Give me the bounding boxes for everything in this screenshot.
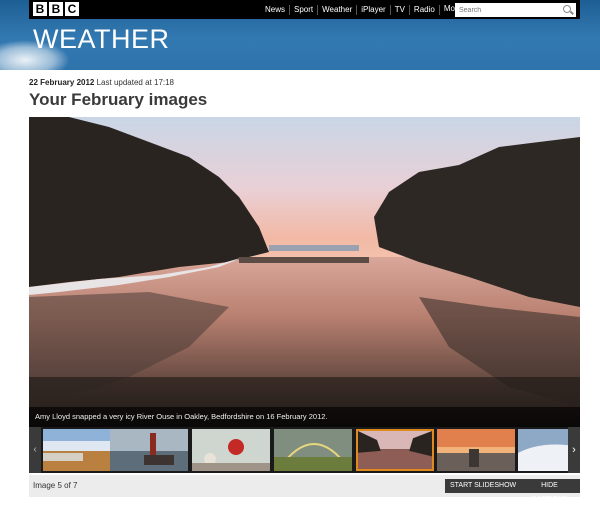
thumbnail-image — [192, 429, 270, 471]
section-title[interactable]: WEATHER — [33, 24, 170, 55]
nav-link-iplayer[interactable]: iPlayer — [357, 4, 391, 15]
thumbnail-image — [110, 429, 188, 471]
nav-link-sport[interactable]: Sport — [290, 4, 319, 15]
bbc-logo-letter: C — [65, 2, 79, 16]
nav-link-news[interactable]: News — [261, 4, 291, 15]
last-updated: Last updated at 17:18 — [96, 78, 175, 87]
bbc-logo-letter: B — [49, 2, 63, 16]
page-title: Your February images — [29, 90, 208, 109]
thumbnail-image — [437, 429, 515, 471]
thumbnail-strip: ‹ › — [29, 427, 580, 473]
weather-masthead: B B C News Sport Weather iPlayer TV Radi… — [0, 0, 600, 70]
thumbnail-image — [274, 429, 352, 471]
nav-link-tv[interactable]: TV — [391, 4, 410, 15]
bbc-logo[interactable]: B B C — [33, 2, 79, 16]
hide-captions-button[interactable]: HIDE CAPTIONS — [519, 479, 580, 503]
image-caption: Amy Lloyd snapped a very icy River Ouse … — [29, 407, 580, 427]
global-nav: News Sport Weather iPlayer TV Radio More… — [261, 0, 474, 19]
chevron-right-icon[interactable]: › — [568, 427, 580, 473]
search-box — [455, 3, 576, 17]
thumbnail-2[interactable] — [110, 429, 188, 471]
publish-date: 22 February 2012 — [29, 78, 95, 87]
thumbnail-5-active[interactable] — [356, 429, 434, 471]
thumbnail-6[interactable] — [437, 429, 515, 471]
search-input[interactable] — [455, 3, 559, 17]
thumbnail-4[interactable] — [274, 429, 352, 471]
gallery-controls: Image 5 of 7 START SLIDESHOW HIDE CAPTIO… — [29, 475, 580, 503]
chevron-left-icon[interactable]: ‹ — [29, 427, 41, 473]
thumbnail-3[interactable] — [192, 429, 270, 471]
river-ouse-photo — [29, 117, 580, 427]
search-icon[interactable] — [563, 5, 571, 13]
bbc-global-bar: B B C News Sport Weather iPlayer TV Radi… — [29, 0, 580, 19]
gallery-main-image[interactable]: Amy Lloyd snapped a very icy River Ouse … — [29, 117, 580, 427]
nav-link-radio[interactable]: Radio — [410, 4, 440, 15]
bbc-logo-letter: B — [33, 2, 47, 16]
thumbnail-image — [358, 431, 432, 469]
dateline: 22 February 2012 Last updated at 17:18 — [29, 78, 174, 87]
start-slideshow-button[interactable]: START SLIDESHOW — [445, 479, 522, 493]
nav-link-weather[interactable]: Weather — [318, 4, 358, 15]
image-counter: Image 5 of 7 — [33, 481, 78, 490]
